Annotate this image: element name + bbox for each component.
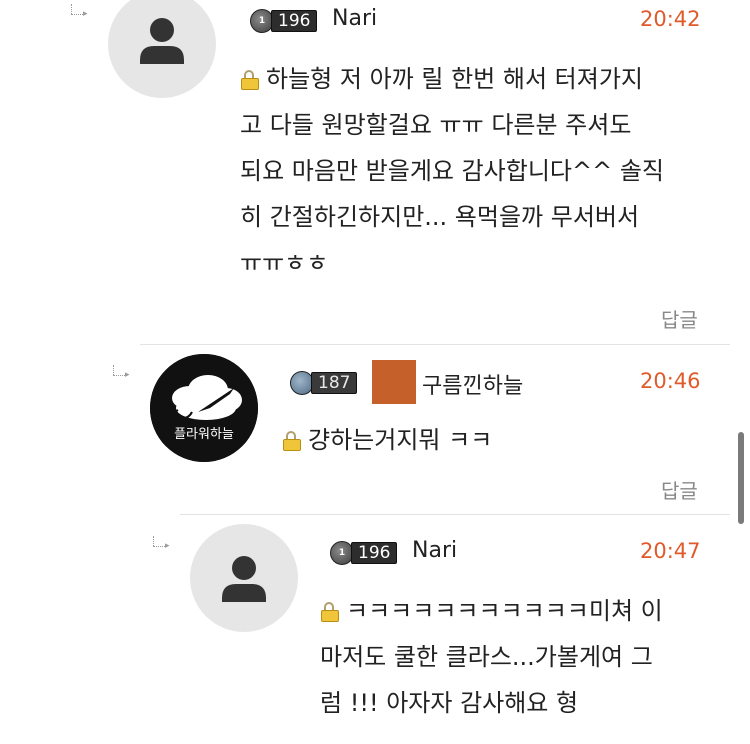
comment-line: ㅠㅠㅎㅎ	[240, 249, 329, 274]
comment-line: 히 간절하긴하지만... 욕먹을까 무서버서	[240, 203, 640, 231]
reply-button[interactable]: 답글	[661, 475, 698, 504]
lock-icon	[282, 431, 302, 451]
nickname[interactable]: Nari	[332, 6, 377, 31]
comment-time: 20:46	[640, 369, 701, 393]
nickname[interactable]: Nari	[412, 538, 457, 563]
divider	[180, 514, 730, 515]
comment-line: 하늘형 저 아까 릴 한번 해서 터져가지	[240, 56, 664, 102]
comment-line: ㅋㅋㅋㅋㅋㅋㅋㅋㅋㅋㅋ미쳐 이	[320, 588, 663, 634]
avatar-caption: 플라워하늘	[174, 427, 234, 442]
lock-icon	[240, 70, 260, 90]
person-icon	[222, 556, 266, 602]
lock-icon	[320, 602, 340, 622]
comment-line: 럼 !!! 아자자 감사해요 형	[320, 689, 579, 717]
nickname[interactable]: 구름낀하늘	[422, 368, 523, 400]
comment-line: 마저도 쿨한 클라스...가볼게여 그	[320, 643, 653, 671]
reply-button[interactable]: 답글	[661, 304, 698, 333]
comment-line: 걍하는거지뭐 ㅋㅋ	[282, 417, 492, 463]
comment-thread: ▸ 1 196 Nari 20:42 하늘형 저 아까 릴 한번 해서 터져가지…	[0, 0, 750, 744]
reply-arrow-icon: ▸	[150, 536, 172, 551]
avatar[interactable]: 플라워하늘	[150, 354, 258, 462]
level-number: 196	[351, 542, 398, 564]
reply-arrow-icon: ▸	[110, 365, 132, 380]
divider	[140, 344, 730, 345]
cloud-plane-logo-icon	[150, 354, 258, 462]
scrollbar[interactable]	[738, 432, 744, 524]
comment-line: 고 다들 원망할걸요 ㅠㅠ 다른분 주셔도	[240, 111, 632, 139]
reply-arrow-icon: ▸	[68, 4, 90, 19]
comment-body: ㅋㅋㅋㅋㅋㅋㅋㅋㅋㅋㅋ미쳐 이 마저도 쿨한 클라스...가볼게여 그 럼 !!…	[320, 588, 663, 726]
level-badge: 187	[290, 370, 358, 396]
avatar[interactable]	[190, 524, 298, 632]
comment-body: 걍하는거지뭐 ㅋㅋ	[282, 417, 492, 463]
comment-time: 20:47	[640, 539, 701, 563]
level-badge: 1 196	[250, 8, 318, 34]
avatar[interactable]	[108, 0, 216, 98]
user-color-badge	[372, 360, 416, 404]
comment-line: 되요 마음만 받을게요 감사합니다^^ 솔직	[240, 157, 665, 185]
level-badge: 1 196	[330, 540, 398, 566]
comment-body: 하늘형 저 아까 릴 한번 해서 터져가지 고 다들 원망할걸요 ㅠㅠ 다른분 …	[240, 56, 664, 274]
level-number: 187	[311, 372, 358, 394]
level-number: 196	[271, 10, 318, 32]
person-icon	[140, 18, 184, 64]
comment-time: 20:42	[640, 7, 701, 31]
